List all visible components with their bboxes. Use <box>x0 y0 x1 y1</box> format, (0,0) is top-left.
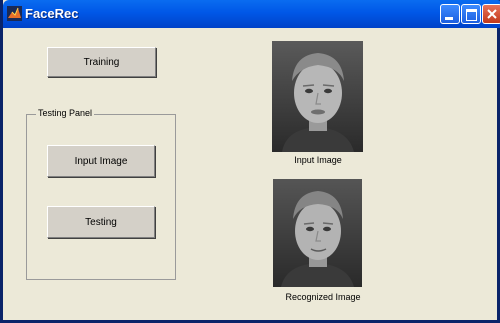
minimize-icon <box>445 17 453 20</box>
input-face-image <box>272 41 363 152</box>
matlab-icon <box>7 6 22 21</box>
window-title: FaceRec <box>25 6 79 21</box>
figure-area: Training Testing Panel Input Image Testi… <box>6 28 500 320</box>
face-photo <box>273 179 362 287</box>
close-icon <box>487 9 497 19</box>
close-button[interactable] <box>482 4 500 24</box>
minimize-button[interactable] <box>440 4 460 24</box>
testing-button[interactable]: Testing <box>47 206 155 238</box>
testing-panel: Testing Panel <box>26 108 176 280</box>
input-image-button[interactable]: Input Image <box>47 145 155 177</box>
title-bar[interactable]: FaceRec <box>3 0 500 28</box>
training-button[interactable]: Training <box>47 47 156 77</box>
maximize-button[interactable] <box>461 4 481 24</box>
input-image-caption: Input Image <box>294 155 342 165</box>
face-photo <box>272 41 363 152</box>
panel-title: Testing Panel <box>36 108 95 118</box>
app-window: FaceRec Training Testing Panel Input Ima… <box>0 0 500 323</box>
recognized-face-image <box>273 179 362 287</box>
recognized-image-caption: Recognized Image <box>285 292 361 302</box>
maximize-icon <box>466 9 477 21</box>
